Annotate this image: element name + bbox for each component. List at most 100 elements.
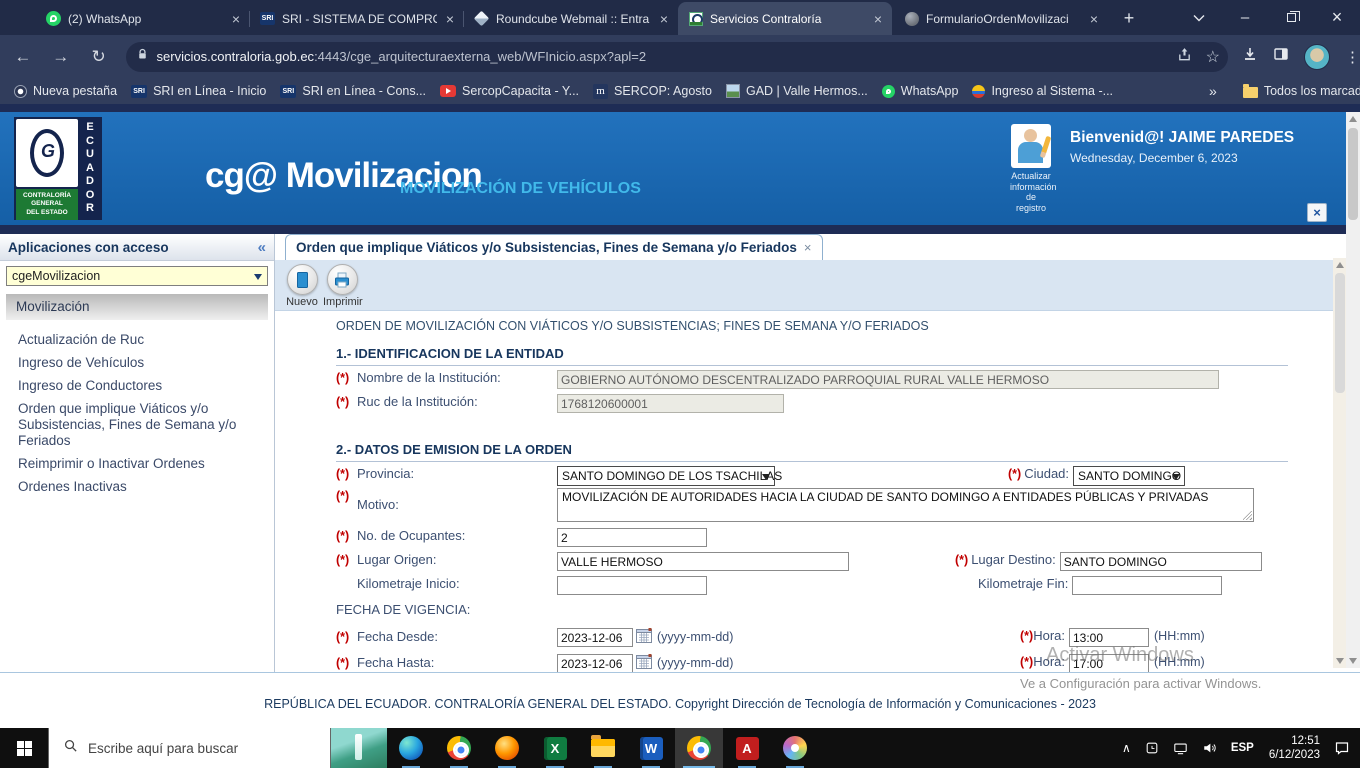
side-panel-icon[interactable] (1273, 46, 1289, 67)
header-close-button[interactable]: × (1307, 203, 1327, 222)
news-weather-widget[interactable] (331, 728, 387, 768)
print-button[interactable]: Imprimir (323, 264, 363, 308)
taskbar-word[interactable]: W (627, 728, 675, 768)
share-icon[interactable] (1177, 47, 1192, 67)
gad-image-icon (725, 84, 740, 98)
taskbar-excel[interactable]: X (531, 728, 579, 768)
minimize-button[interactable]: – (1222, 0, 1268, 35)
tab-search-chevron-icon[interactable] (1176, 0, 1222, 35)
sidebar-item-actualizacion-ruc[interactable]: Actualización de Ruc (18, 332, 268, 348)
bookmark-sercop-agosto[interactable]: m SERCOP: Agosto (593, 83, 712, 99)
browser-menu-icon[interactable]: ⋮ (1345, 48, 1360, 66)
back-icon[interactable]: ← (8, 42, 38, 72)
bookmark-whatsapp[interactable]: WhatsApp (881, 84, 958, 98)
tab-close-icon[interactable]: × (1088, 11, 1100, 27)
taskbar-chrome-active[interactable] (675, 728, 723, 768)
tab-close-icon[interactable]: × (444, 11, 456, 27)
tray-volume-icon[interactable] (1195, 741, 1224, 755)
new-button[interactable]: Nuevo (283, 264, 321, 308)
row-nombre-institucion: (*) Nombre de la Institución: (336, 370, 1360, 390)
action-center-icon[interactable] (1328, 740, 1360, 756)
profile-avatar[interactable] (1303, 43, 1330, 70)
main-panel: Orden que implique Viáticos y/o Subsiste… (275, 234, 1360, 673)
tray-language[interactable]: ESP (1224, 742, 1261, 754)
tray-clock[interactable]: 12:51 6/12/2023 (1261, 734, 1328, 762)
application-select[interactable]: cgeMovilizacion (6, 266, 268, 286)
reload-icon[interactable]: ↻ (84, 42, 114, 72)
collapse-sidebar-icon[interactable]: « (258, 239, 266, 256)
scroll-up-icon[interactable] (1333, 258, 1346, 272)
browser-tab-formulario[interactable]: FormularioOrdenMovilizaci × (894, 2, 1108, 35)
taskbar-file-explorer[interactable] (579, 728, 627, 768)
motivo-textarea[interactable]: MOVILIZACIÓN DE AUTORIDADES HACIA LA CIU… (557, 488, 1254, 522)
fecha-desde-input[interactable] (557, 628, 633, 647)
document-tab[interactable]: Orden que implique Viáticos y/o Subsiste… (285, 234, 823, 260)
tray-tablet-icon[interactable] (1138, 741, 1166, 755)
lugar-destino-input[interactable] (1059, 552, 1262, 571)
sidebar-item-ingreso-conductores[interactable]: Ingreso de Conductores (18, 378, 268, 394)
content-scrollbar[interactable] (1333, 258, 1346, 668)
taskbar-edge[interactable] (387, 728, 435, 768)
bookmark-sri-inicio[interactable]: SRI SRI en Línea - Inicio (131, 84, 266, 98)
provincia-select[interactable]: SANTO DOMINGO DE LOS TSACHILAS (557, 466, 782, 486)
sidebar-item-ingreso-vehiculos[interactable]: Ingreso de Vehículos (18, 355, 268, 371)
taskbar-acrobat[interactable]: A (723, 728, 771, 768)
tab-close-icon[interactable]: × (658, 11, 670, 27)
new-tab-button[interactable]: + (1116, 5, 1142, 31)
required-mark: (*) (336, 489, 350, 503)
document-tab-close-icon[interactable]: × (804, 240, 812, 255)
bookmark-gad-valle-hermoso[interactable]: GAD | Valle Hermos... (725, 84, 868, 98)
sidebar-item-reimprimir[interactable]: Reimprimir o Inactivar Ordenes (18, 456, 268, 472)
word-icon: W (639, 736, 663, 760)
close-window-button[interactable]: × (1314, 0, 1360, 35)
ciudad-select[interactable]: SANTO DOMINGO (1073, 466, 1186, 486)
browser-tab-servicios-contraloria[interactable]: Servicios Contraloría × (678, 2, 892, 35)
update-registration-caption[interactable]: Actualizar información de registro (1010, 171, 1057, 213)
start-button[interactable] (0, 728, 48, 768)
browser-tab-whatsapp[interactable]: (2) WhatsApp × (36, 2, 250, 35)
web-page: ECUADOR CONTRALORÍAGENERALDEL ESTADO cg@… (0, 104, 1360, 728)
scroll-down-icon[interactable] (1333, 654, 1346, 668)
sidebar-item-ordenes-inactivas[interactable]: Ordenes Inactivas (18, 479, 268, 495)
sidebar-header: Aplicaciones con acceso « (0, 234, 274, 261)
scroll-down-icon[interactable] (1346, 654, 1360, 668)
required-mark: (*) (336, 553, 350, 567)
update-registration-link[interactable]: Actualizar información de registro (1010, 124, 1057, 213)
kilometraje-inicio-input[interactable] (557, 576, 707, 595)
restore-button[interactable] (1268, 0, 1314, 35)
forward-icon[interactable]: → (46, 42, 76, 72)
fecha-hasta-input[interactable] (557, 654, 633, 673)
taskbar-paint[interactable] (771, 728, 819, 768)
tab-close-icon[interactable]: × (230, 11, 242, 27)
calendar-icon[interactable] (636, 654, 652, 672)
scrollbar-thumb[interactable] (1348, 128, 1358, 220)
taskbar-firefox[interactable] (483, 728, 531, 768)
download-icon[interactable] (1242, 46, 1258, 67)
lugar-origen-input[interactable] (557, 552, 849, 571)
taskbar-search[interactable]: Escribe aquí para buscar (48, 728, 331, 768)
all-bookmarks-button[interactable]: Todos los marcadores (1242, 83, 1360, 98)
bookmark-sercop-capacita[interactable]: SercopCapacita - Y... (440, 84, 579, 98)
bookmark-star-icon[interactable]: ☆ (1206, 47, 1220, 67)
tab-close-icon[interactable]: × (872, 11, 884, 27)
scrollbar-thumb[interactable] (1335, 273, 1345, 393)
taskbar-chrome[interactable] (435, 728, 483, 768)
calendar-icon[interactable] (636, 628, 652, 646)
scroll-up-icon[interactable] (1346, 112, 1360, 126)
tray-chevron-icon[interactable]: ∧ (1115, 741, 1138, 755)
ocupantes-input[interactable] (557, 528, 707, 547)
user-avatar-icon (1011, 124, 1052, 168)
browser-tab-roundcube[interactable]: Roundcube Webmail :: Entra × (464, 2, 678, 35)
page-scrollbar[interactable] (1346, 112, 1360, 668)
browser-tab-sri[interactable]: SRI SRI - SISTEMA DE COMPROB × (250, 2, 464, 35)
address-bar[interactable]: servicios.contraloria.gob.ec:4443/cge_ar… (125, 41, 1228, 72)
row-motivo: (*) Motivo: MOVILIZACIÓN DE AUTORIDADES HA… (336, 488, 1360, 524)
sidebar-item-orden-viaticos[interactable]: Orden que implique Viáticos y/o Subsiste… (18, 401, 268, 449)
bookmark-nueva-pestana[interactable]: Nueva pestaña (14, 84, 117, 98)
kilometraje-fin-input[interactable] (1072, 576, 1223, 595)
tray-network-icon[interactable] (1166, 741, 1195, 755)
bookmarks-overflow-icon[interactable]: » (1209, 83, 1217, 99)
bookmark-ingreso-sistema[interactable]: Ingreso al Sistema -... (972, 84, 1113, 98)
bookmark-sri-cons[interactable]: SRI SRI en Línea - Cons... (280, 84, 426, 98)
resize-grip-icon[interactable] (1243, 511, 1252, 520)
